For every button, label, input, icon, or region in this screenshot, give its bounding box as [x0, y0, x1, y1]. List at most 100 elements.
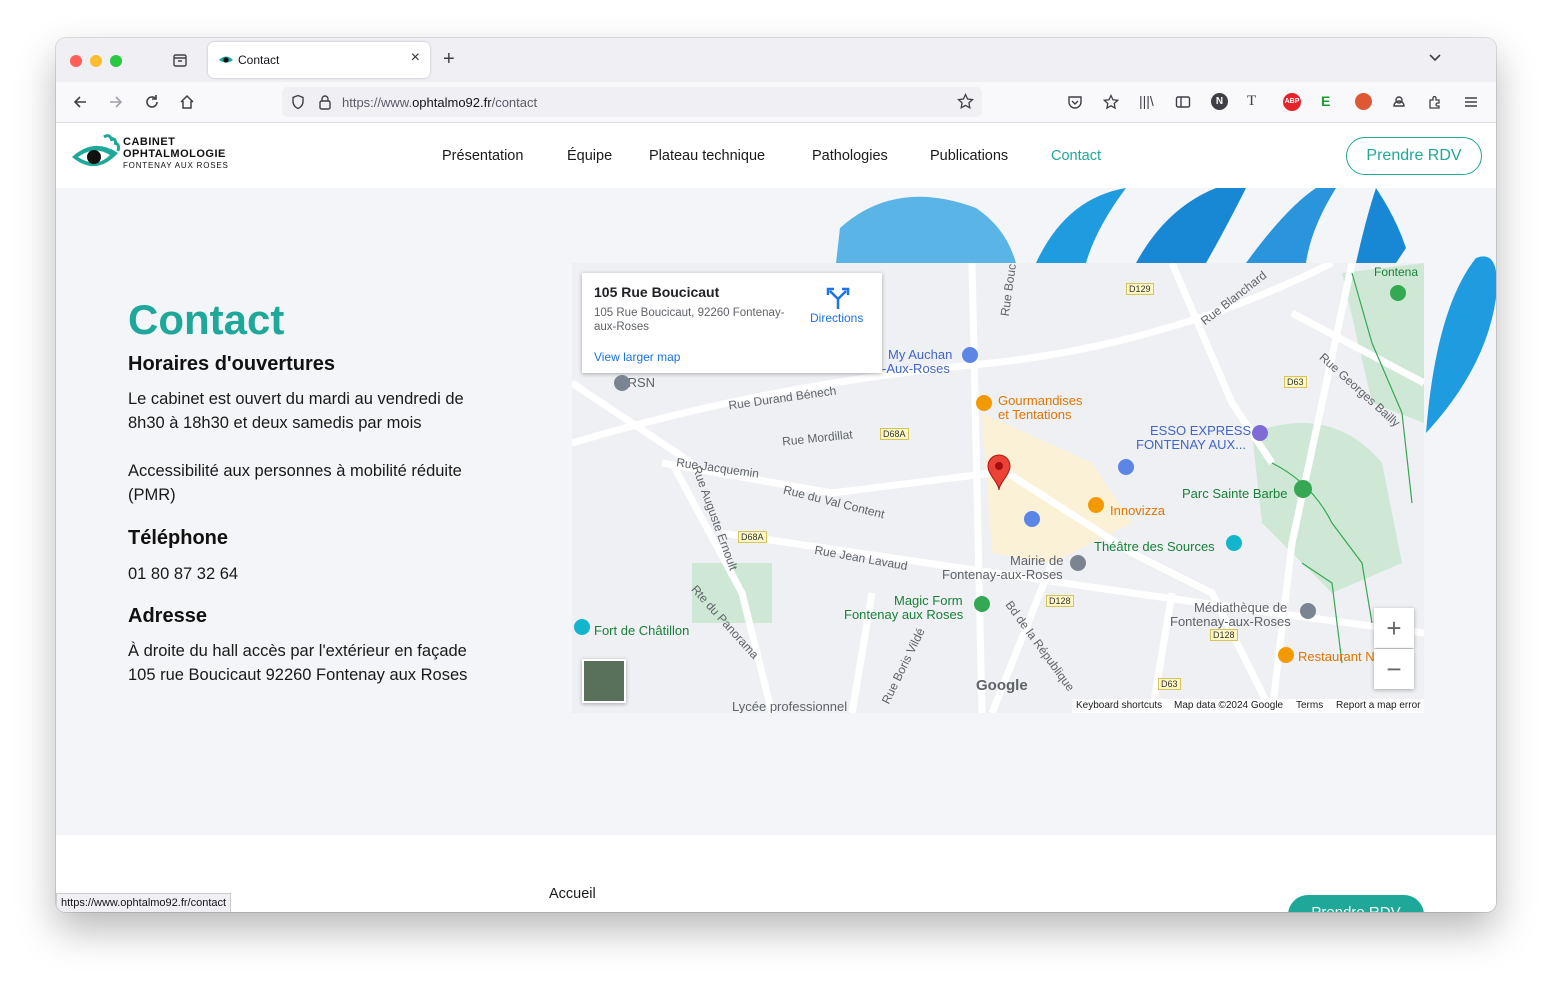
- access-line-2: (PMR): [128, 486, 176, 504]
- t-extension-icon[interactable]: T: [1247, 93, 1256, 109]
- map-place-esso[interactable]: ESSO EXPRESS: [1150, 423, 1251, 438]
- map-place-fort-chatillon[interactable]: Fort de Châtillon: [594, 623, 689, 638]
- page-title: Contact: [128, 296, 285, 343]
- zoom-in-button[interactable]: +: [1374, 608, 1414, 648]
- e-extension-icon[interactable]: E: [1321, 93, 1330, 109]
- map-attribution-bar: Keyboard shortcuts Map data ©2024 Google…: [1072, 699, 1424, 713]
- map-card-title: 105 Rue Boucicaut: [594, 284, 720, 300]
- bookmark-star-icon[interactable]: [957, 92, 974, 115]
- location-pin-icon[interactable]: [986, 453, 1012, 496]
- pizza-pin-icon: [1088, 497, 1104, 513]
- directions-icon[interactable]: [826, 287, 850, 314]
- keyboard-shortcuts-link[interactable]: Keyboard shortcuts: [1076, 700, 1162, 711]
- google-map[interactable]: 105 Rue Boucicaut 105 Rue Boucicaut, 922…: [572, 263, 1424, 713]
- library-icon[interactable]: |||\: [1139, 93, 1154, 109]
- hours-heading: Horaires d'ouvertures: [128, 353, 336, 375]
- map-place-gourmandises[interactable]: Gourmandises: [998, 393, 1083, 408]
- back-arrow-icon[interactable]: [72, 94, 88, 114]
- road-badge: D68A: [738, 531, 767, 543]
- logo-line-1: CABINET: [123, 136, 176, 148]
- n-extension-icon[interactable]: N: [1211, 93, 1228, 110]
- shop-2-pin-icon: [1118, 459, 1134, 475]
- adblock-icon[interactable]: ABP: [1283, 93, 1301, 111]
- map-place-magic-form[interactable]: Magic Form: [894, 593, 963, 608]
- nav-equipe[interactable]: Équipe: [567, 148, 612, 164]
- site-footer: Accueil Prendre RDV: [56, 835, 1496, 912]
- nav-publications[interactable]: Publications: [930, 148, 1008, 164]
- map-place-my-auchan[interactable]: My Auchan: [888, 347, 952, 362]
- close-tab-icon[interactable]: ×: [411, 49, 420, 67]
- map-place-aux-roses[interactable]: -Aux-Roses: [882, 361, 950, 376]
- map-place-fontena[interactable]: Fontena: [1374, 265, 1418, 279]
- address-line-1: À droite du hall accès par l'extérieur e…: [128, 642, 467, 660]
- map-place-mairie[interactable]: Mairie de: [1010, 553, 1063, 568]
- lock-icon[interactable]: [318, 94, 332, 115]
- hamburger-menu-icon[interactable]: [1463, 94, 1479, 114]
- browser-window: Contact × + https://www.ophtalmo92.fr/co…: [56, 38, 1496, 912]
- zoom-out-button[interactable]: −: [1374, 649, 1414, 689]
- forward-arrow-icon[interactable]: [108, 94, 124, 114]
- map-place-tentations[interactable]: et Tentations: [998, 407, 1071, 422]
- tab-overview-icon[interactable]: [172, 52, 188, 72]
- account-icon[interactable]: [1391, 94, 1407, 114]
- terms-link[interactable]: Terms: [1296, 700, 1323, 711]
- shop-pin-icon: [1024, 511, 1040, 527]
- map-place-lycee[interactable]: Lycée professionnel: [732, 699, 847, 713]
- tab-contact[interactable]: Contact ×: [208, 42, 430, 78]
- duckduckgo-icon[interactable]: [1355, 93, 1372, 110]
- view-larger-map-link[interactable]: View larger map: [594, 350, 680, 364]
- map-place-mediatheque-fontenay[interactable]: Fontenay-aux-Roses: [1170, 614, 1291, 629]
- reload-icon[interactable]: [144, 94, 160, 114]
- road-badge: D128: [1046, 595, 1074, 607]
- map-place-mediatheque[interactable]: Médiathèque de: [1194, 600, 1287, 615]
- zoom-window-button[interactable]: [110, 55, 122, 67]
- nav-presentation[interactable]: Présentation: [442, 148, 523, 164]
- map-place-mairie-fontenay[interactable]: Fontenay-aux-Roses: [942, 567, 1063, 582]
- theatre-pin-icon: [1226, 535, 1242, 551]
- pocket-icon[interactable]: [1067, 94, 1083, 114]
- eye-logo-icon: [72, 134, 120, 167]
- contact-section: Contact Horaires d'ouvertures Le cabinet…: [56, 188, 1496, 835]
- status-bar-url: https://www.ophtalmo92.fr/contact: [56, 893, 232, 912]
- minimize-window-button[interactable]: [90, 55, 102, 67]
- map-place-theatre[interactable]: Théâtre des Sources: [1094, 539, 1215, 554]
- satellite-toggle-button[interactable]: [582, 659, 626, 703]
- map-place-parc-sainte-barbe[interactable]: Parc Sainte Barbe: [1182, 486, 1288, 501]
- library-pin-icon: [1300, 603, 1316, 619]
- site-logo[interactable]: CABINET OPHTALMOLOGIE FONTENAY AUX ROSES: [70, 133, 240, 177]
- chevron-down-icon[interactable]: [1428, 51, 1442, 67]
- extension-star-icon[interactable]: [1102, 93, 1120, 114]
- map-place-esso-fontenay[interactable]: FONTENAY AUX...: [1136, 437, 1246, 452]
- close-window-button[interactable]: [70, 55, 82, 67]
- new-tab-icon[interactable]: +: [443, 49, 455, 69]
- home-icon[interactable]: [179, 94, 195, 114]
- nav-plateau-technique[interactable]: Plateau technique: [649, 148, 765, 164]
- sidebar-icon[interactable]: [1175, 94, 1191, 114]
- map-place-magic-form-fontenay[interactable]: Fontenay aux Roses: [844, 607, 963, 622]
- extensions-puzzle-icon[interactable]: [1427, 94, 1443, 114]
- footer-prendre-rdv-button[interactable]: Prendre RDV: [1288, 895, 1424, 912]
- map-place-restaurant[interactable]: Restaurant N: [1298, 649, 1375, 664]
- road-badge: D63: [1284, 376, 1307, 388]
- address-line-2: 105 rue Boucicaut 92260 Fontenay aux Ros…: [128, 666, 468, 684]
- map-card-address-2: aux-Roses: [594, 321, 649, 333]
- directions-link[interactable]: Directions: [810, 311, 863, 325]
- shield-icon[interactable]: [290, 94, 306, 115]
- tab-title: Contact: [238, 53, 280, 67]
- navigation-toolbar: https://www.ophtalmo92.fr/contact |||\ N…: [56, 82, 1496, 123]
- road-badge: D68A: [880, 428, 909, 440]
- nav-contact[interactable]: Contact: [1051, 148, 1101, 164]
- map-place-innovizza[interactable]: Innovizza: [1110, 503, 1165, 518]
- road-badge: D63: [1158, 678, 1181, 690]
- url-bar[interactable]: https://www.ophtalmo92.fr/contact: [282, 87, 982, 117]
- footer-accueil-link[interactable]: Accueil: [549, 886, 596, 902]
- report-map-error-link[interactable]: Report a map error: [1336, 700, 1420, 711]
- favicon-eye-icon: [218, 52, 234, 71]
- nav-pathologies[interactable]: Pathologies: [812, 148, 888, 164]
- prendre-rdv-button[interactable]: Prendre RDV: [1346, 137, 1482, 175]
- poi-pin-icon: [614, 375, 630, 391]
- shopping-pin-icon: [962, 347, 978, 363]
- hours-line-2: 8h30 à 18h30 et deux samedis par mois: [128, 414, 422, 432]
- phone-number[interactable]: 01 80 87 32 64: [128, 562, 238, 586]
- park-2-pin-icon: [1390, 285, 1406, 301]
